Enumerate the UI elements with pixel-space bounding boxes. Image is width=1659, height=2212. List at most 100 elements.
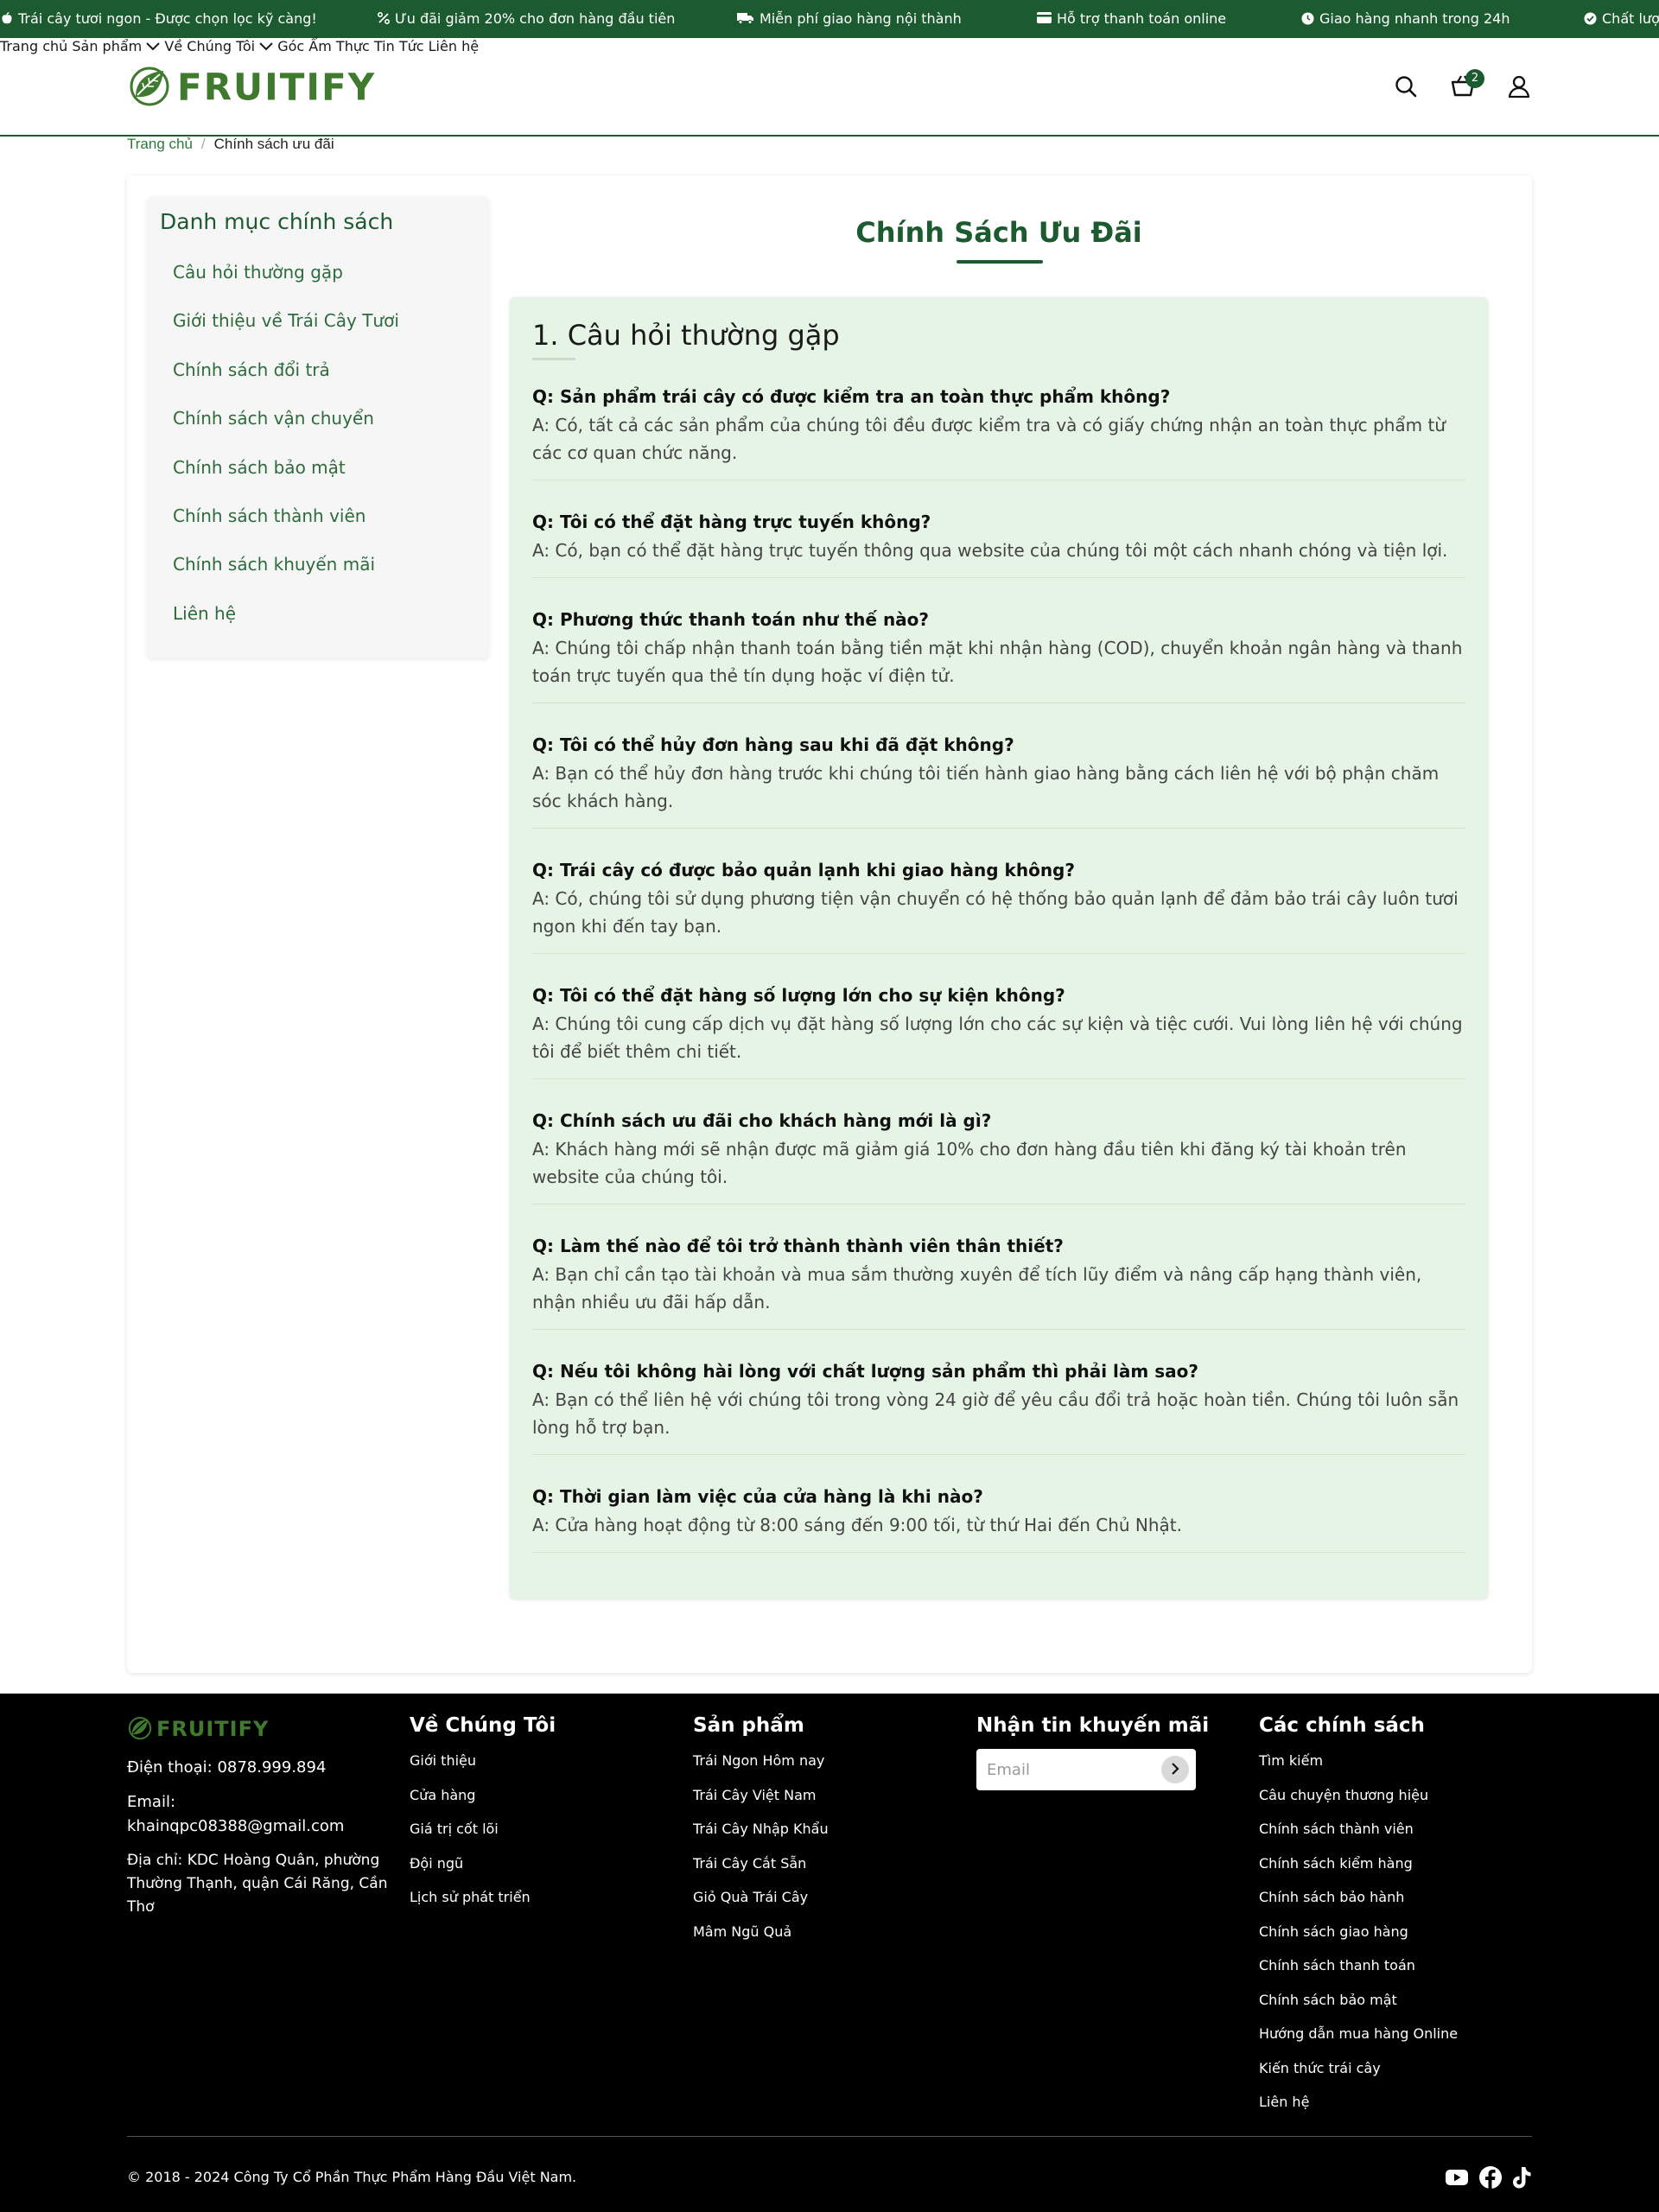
footer-link[interactable]: Giỏ Quà Trái Cây — [693, 1889, 829, 1923]
user-icon[interactable] — [1507, 74, 1535, 102]
footer-link[interactable]: Trái Cây Nhập Khẩu — [693, 1821, 829, 1855]
nav-label: Trang chủ — [0, 38, 68, 54]
faq-question: Q: Sản phẩm trái cây có được kiểm tra an… — [532, 386, 1171, 407]
faq-question: Q: Thời gian làm việc của cửa hàng là kh… — [532, 1486, 983, 1507]
footer-link[interactable]: Trái Cây Việt Nam — [693, 1787, 829, 1821]
breadcrumb-home-link[interactable]: Trang chủ — [127, 136, 193, 153]
announcement-delivery: Giao hàng nhanh trong 24h — [1301, 10, 1510, 27]
faq-answer: A: Chúng tôi cung cấp dịch vụ đặt hàng s… — [532, 1014, 1463, 1062]
faq-answer: A: Có, bạn có thể đặt hàng trực tuyến th… — [532, 540, 1448, 561]
footer-link[interactable]: Chính sách bảo mật — [1259, 1992, 1458, 2026]
site-header: FRUITIFY Trang chủ Sản phẩm Về Chúng Tôi… — [0, 38, 1659, 137]
announcement-shipping: Miễn phí giao hàng nội thành — [737, 10, 962, 27]
footer-policies-column: Các chính sách Tìm kiếm Câu chuyện thươn… — [1259, 1714, 1458, 2128]
announcement-text: Miễn phí giao hàng nội thành — [760, 10, 962, 27]
percent-icon — [377, 11, 390, 25]
footer-link[interactable]: Lịch sử phát triển — [410, 1889, 556, 1923]
footer-link[interactable]: Chính sách kiểm hàng — [1259, 1855, 1458, 1890]
faq-question: Q: Làm thế nào để tôi trở thành thành vi… — [532, 1236, 1064, 1256]
leaf-logo-icon — [127, 1714, 153, 1744]
faq-answer: A: Cửa hàng hoạt động từ 8:00 sáng đến 9… — [532, 1515, 1183, 1535]
faq-item: Q: Tôi có thể hủy đơn hàng sau khi đã đặ… — [532, 732, 1465, 829]
footer-link[interactable]: Chính sách thành viên — [1259, 1821, 1458, 1855]
footer-link[interactable]: Chính sách bảo hành — [1259, 1889, 1458, 1923]
nav-label: Góc Ẩm Thực — [277, 38, 370, 54]
site-logo[interactable]: FRUITIFY — [127, 62, 376, 111]
announcement-payment: Hỗ trợ thanh toán online — [1037, 10, 1226, 27]
footer-link[interactable]: Liên hệ — [1259, 2094, 1458, 2128]
sidebar-item-faq[interactable]: Câu hỏi thường gặp — [173, 262, 343, 283]
search-icon[interactable] — [1394, 74, 1421, 102]
footer-address: Địa chỉ: KDC Hoàng Quân, phường Thường T… — [127, 1852, 388, 1916]
footer-link[interactable]: Câu chuyện thương hiệu — [1259, 1787, 1458, 1821]
faq-item: Q: Nếu tôi không hài lòng với chất lượng… — [532, 1358, 1465, 1455]
faq-answer: A: Có, tất cả các sản phẩm của chúng tôi… — [532, 415, 1446, 463]
faq-item: Q: Trái cây có được bảo quản lạnh khi gi… — [532, 857, 1465, 954]
footer-link[interactable]: Trái Ngon Hôm nay — [693, 1752, 829, 1787]
credit-card-icon — [1037, 12, 1052, 25]
sidebar-item-privacy[interactable]: Chính sách bảo mật — [173, 457, 346, 478]
footer-copyright: © 2018 - 2024 Công Ty Cổ Phần Thực Phẩm … — [127, 2169, 577, 2185]
announcement-fresh: Trái cây tươi ngon - Được chọn lọc kỹ cà… — [0, 10, 317, 27]
faq-item: Q: Phương thức thanh toán như thế nào? A… — [532, 607, 1465, 703]
truck-icon — [737, 12, 754, 25]
sidebar-item-returns[interactable]: Chính sách đổi trả — [173, 359, 330, 380]
footer-link[interactable]: Giá trị cốt lõi — [410, 1821, 556, 1855]
nav-about[interactable]: Về Chúng Tôi — [164, 38, 277, 54]
footer-logo[interactable]: FRUITIFY — [127, 1714, 269, 1744]
breadcrumb-separator: / — [200, 136, 206, 152]
footer-phone: Điện thoại: 0878.999.894 — [127, 1758, 327, 1777]
faq-answer: A: Có, chúng tôi sử dụng phương tiện vận… — [532, 888, 1459, 937]
footer-about-column: Về Chúng Tôi Giới thiệu Cửa hàng Giá trị… — [410, 1714, 556, 1923]
sidebar-item-membership[interactable]: Chính sách thành viên — [173, 505, 365, 526]
footer-link[interactable]: Cửa hàng — [410, 1787, 556, 1821]
facebook-icon[interactable] — [1478, 2165, 1503, 2190]
leaf-logo-icon — [127, 62, 172, 111]
footer-link[interactable]: Chính sách giao hàng — [1259, 1923, 1458, 1958]
footer-link[interactable]: Mâm Ngũ Quả — [693, 1923, 829, 1958]
footer-link[interactable]: Chính sách thanh toán — [1259, 1957, 1458, 1992]
footer-link[interactable]: Tìm kiếm — [1259, 1752, 1458, 1787]
faq-item: Q: Tôi có thể đặt hàng trực tuyến không?… — [532, 509, 1465, 578]
faq-question: Q: Tôi có thể đặt hàng số lượng lớn cho … — [532, 985, 1065, 1006]
main-nav: Trang chủ Sản phẩm Về Chúng Tôi Góc Ẩm T… — [0, 38, 1659, 54]
faq-answer: A: Khách hàng mới sẽ nhận được mã giảm g… — [532, 1139, 1407, 1187]
sidebar-item-shipping[interactable]: Chính sách vận chuyển — [173, 408, 374, 429]
nav-products[interactable]: Sản phẩm — [72, 38, 164, 54]
footer-link[interactable]: Đội ngũ — [410, 1855, 556, 1890]
nav-home[interactable]: Trang chủ — [0, 38, 67, 54]
chevron-down-icon — [146, 38, 161, 54]
clock-icon — [1301, 12, 1314, 25]
announcement-text: Hỗ trợ thanh toán online — [1057, 10, 1227, 27]
faq-answer: A: Bạn chỉ cần tạo tài khoản và mua sắm … — [532, 1264, 1422, 1313]
faq-answer: A: Chúng tôi chấp nhận thanh toán bằng t… — [532, 638, 1463, 686]
nav-label: Tin Tức — [373, 38, 424, 54]
breadcrumb-current: Chính sách ưu đãi — [213, 136, 334, 152]
nav-cuisine[interactable]: Góc Ẩm Thực — [277, 38, 370, 54]
footer-link[interactable]: Giới thiệu — [410, 1752, 556, 1787]
footer-link[interactable]: Hướng dẫn mua hàng Online — [1259, 2025, 1458, 2060]
footer-link[interactable]: Kiến thức trái cây — [1259, 2060, 1458, 2094]
tiktok-icon[interactable] — [1510, 2165, 1535, 2190]
announcement-discount: Ưu đãi giảm 20% cho đơn hàng đầu tiên — [377, 10, 675, 27]
nav-label: Sản phẩm — [72, 38, 143, 54]
sidebar-item-contact[interactable]: Liên hệ — [173, 603, 236, 624]
newsletter-submit-button[interactable] — [1161, 1756, 1189, 1783]
chevron-down-icon — [259, 38, 273, 54]
footer-email: Email: khainqpc08388@gmail.com — [127, 1793, 345, 1835]
footer-col-title: Các chính sách — [1259, 1714, 1425, 1737]
footer-col-title: Sản phẩm — [693, 1714, 804, 1737]
nav-news[interactable]: Tin Tức — [374, 38, 424, 54]
footer-newsletter-column: Nhận tin khuyến mãi — [976, 1714, 1209, 1752]
faq-item: Q: Thời gian làm việc của cửa hàng là kh… — [532, 1484, 1465, 1553]
footer-link[interactable]: Trái Cây Cắt Sẵn — [693, 1855, 829, 1890]
newsletter-email-input[interactable] — [987, 1759, 1160, 1780]
nav-label: Về Chúng Tôi — [164, 38, 256, 54]
sidebar-item-promotion[interactable]: Chính sách khuyến mãi — [173, 554, 375, 575]
faq-item: Q: Làm thế nào để tôi trở thành thành vi… — [532, 1233, 1465, 1330]
announcement-text: Giao hàng nhanh trong 24h — [1319, 10, 1510, 27]
footer-col-title: Nhận tin khuyến mãi — [976, 1714, 1210, 1737]
sidebar-item-about-fruit[interactable]: Giới thiệu về Trái Cây Tươi — [173, 310, 399, 331]
youtube-icon[interactable] — [1445, 2165, 1469, 2190]
nav-contact[interactable]: Liên hệ — [429, 38, 479, 54]
